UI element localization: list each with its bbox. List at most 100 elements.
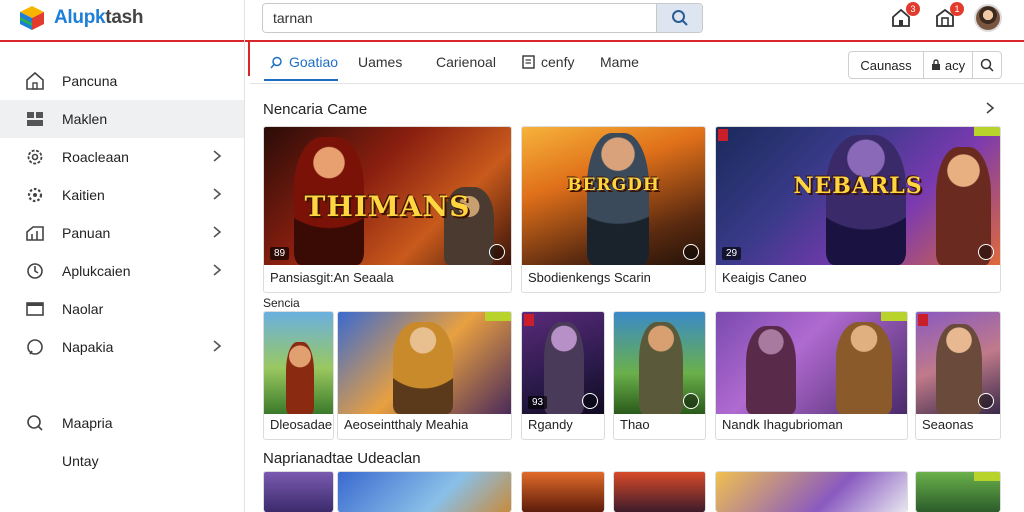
sidebar-item-aplukcaien[interactable]: Aplukcaien [0, 252, 244, 290]
new-tag [974, 472, 1000, 481]
play-icon[interactable] [978, 393, 994, 409]
game-card[interactable] [263, 471, 334, 512]
chevron-right-icon [213, 150, 222, 162]
search-input[interactable] [263, 4, 656, 32]
hero-figure [639, 322, 683, 414]
game-card[interactable]: Thao [613, 311, 706, 440]
app-window: Alupktash 3 1 Pancuna [0, 0, 1024, 512]
sidebar-divider [244, 0, 245, 512]
corner-mark [718, 129, 728, 141]
top-icons: 3 1 [886, 2, 1002, 33]
game-card[interactable]: THIMANS 89 Pansiasgit:An Seaala [263, 126, 512, 293]
game-card[interactable] [613, 471, 706, 512]
hero-figure [587, 133, 649, 265]
home-icon [24, 70, 46, 92]
search-button[interactable] [656, 4, 702, 32]
sidebar-item-kaitien[interactable]: Kaitien [0, 176, 244, 214]
game-card[interactable]: BERGDH Sbodienkengs Scarin [521, 126, 706, 293]
game-card[interactable] [337, 471, 512, 512]
game-art-title: BERGDH [567, 175, 660, 195]
filter-label: Caunass [860, 57, 912, 73]
game-card-title: Dleosadae [270, 417, 333, 432]
section-title-row3: Naprianadtae Udeaclan [263, 450, 421, 467]
chevron-right-icon [213, 340, 222, 352]
hero-figure [826, 135, 906, 265]
sidebar-lower: Maapria Untay [0, 404, 244, 480]
game-card[interactable] [521, 471, 605, 512]
chart-icon [24, 222, 46, 244]
tab-mame[interactable]: Mame [600, 54, 639, 70]
sidebar-item-napakia[interactable]: Napakia [0, 328, 244, 366]
game-thumbnail [338, 312, 511, 414]
sidebar-item-untay[interactable]: Untay [0, 442, 244, 480]
tab-goatiao[interactable]: Goatiao [270, 54, 338, 70]
sidebar-item-maklen[interactable]: Maklen [0, 100, 244, 138]
filter-bar: Caunass acy [848, 51, 1002, 79]
home-button[interactable]: 3 [886, 2, 920, 33]
sidebar-item-label: Maklen [62, 111, 108, 127]
play-icon[interactable] [683, 393, 699, 409]
section-title-featured: Nencaria Came [263, 101, 368, 118]
play-icon[interactable] [683, 244, 699, 260]
sidebar-item-label: Pancuna [62, 73, 118, 89]
game-art-title: NEBARLS [793, 173, 923, 199]
search-icon [671, 10, 688, 26]
game-card-title: Seaonas [922, 417, 974, 432]
hero-figure [746, 326, 796, 414]
filter-label: acy [944, 57, 966, 73]
game-card[interactable]: Seaonas [915, 311, 1001, 440]
filter-dropdown[interactable]: Caunass [849, 52, 924, 78]
game-badge: 29 [722, 247, 742, 260]
avatar[interactable] [974, 4, 1002, 32]
game-thumbnail: THIMANS 89 [264, 127, 511, 265]
tab-uames[interactable]: Uames [358, 54, 402, 70]
new-tag [485, 312, 511, 321]
app-logo[interactable]: Alupktash [18, 4, 143, 32]
sidebar-item-label: Panuan [62, 225, 111, 241]
game-card[interactable]: Nandk Ihagubrioman [715, 311, 908, 440]
game-thumbnail [716, 472, 907, 512]
sidebar-item-panuan[interactable]: Panuan [0, 214, 244, 252]
tab-carienoal[interactable]: Carienoal [436, 54, 496, 70]
game-card-title: Nandk Ihagubrioman [722, 417, 843, 432]
sidebar-item-label: Untay [62, 453, 99, 469]
play-icon[interactable] [582, 393, 598, 409]
window-icon [24, 298, 46, 320]
sidebar-item-naolar[interactable]: Naolar [0, 290, 244, 328]
top-bar: Alupktash 3 1 [0, 0, 1024, 42]
game-thumbnail [264, 472, 333, 512]
filter-search-button[interactable] [973, 52, 1001, 78]
play-icon[interactable] [489, 244, 505, 260]
game-art-title: THIMANS [304, 190, 471, 223]
game-thumbnail: BERGDH [522, 127, 705, 265]
chevron-right-icon [213, 264, 222, 276]
store-button[interactable]: 1 [930, 2, 964, 33]
app-name-part: pk [83, 7, 106, 28]
app-name-part: tash [105, 7, 144, 28]
tab-label: Uames [358, 54, 403, 70]
new-tag [974, 127, 1000, 136]
cog-icon [24, 184, 46, 206]
game-badge: 93 [528, 396, 548, 409]
game-card[interactable]: Aeoseintthaly Meahia [337, 311, 512, 440]
game-card[interactable] [715, 471, 908, 512]
sidebar-item-pancuna[interactable]: Pancuna [0, 62, 244, 100]
sidebar-item-label: Roacleaan [62, 149, 129, 165]
game-card[interactable]: 93 Rgandy [521, 311, 605, 440]
gear-icon [24, 146, 46, 168]
sidebar-item-maapria[interactable]: Maapria [0, 404, 244, 442]
game-card[interactable]: NEBARLS 29 Keaigis Caneo [715, 126, 1001, 293]
new-tag [881, 312, 907, 321]
logo-cube-icon [18, 4, 46, 32]
chevron-right-icon[interactable] [985, 101, 995, 115]
sidebar-item-roacleaan[interactable]: Roacleaan [0, 138, 244, 176]
tab-cenfy[interactable]: cenfy [522, 54, 574, 70]
filter-option[interactable]: acy [924, 52, 973, 78]
game-card[interactable] [915, 471, 1001, 512]
tab-label: Carienoal [436, 54, 496, 70]
chevron-right-icon [213, 188, 222, 200]
section-title-row2: Sencia [263, 296, 300, 310]
game-card[interactable]: Dleosadae [263, 311, 334, 440]
play-icon[interactable] [978, 244, 994, 260]
grid-icon [24, 108, 46, 130]
